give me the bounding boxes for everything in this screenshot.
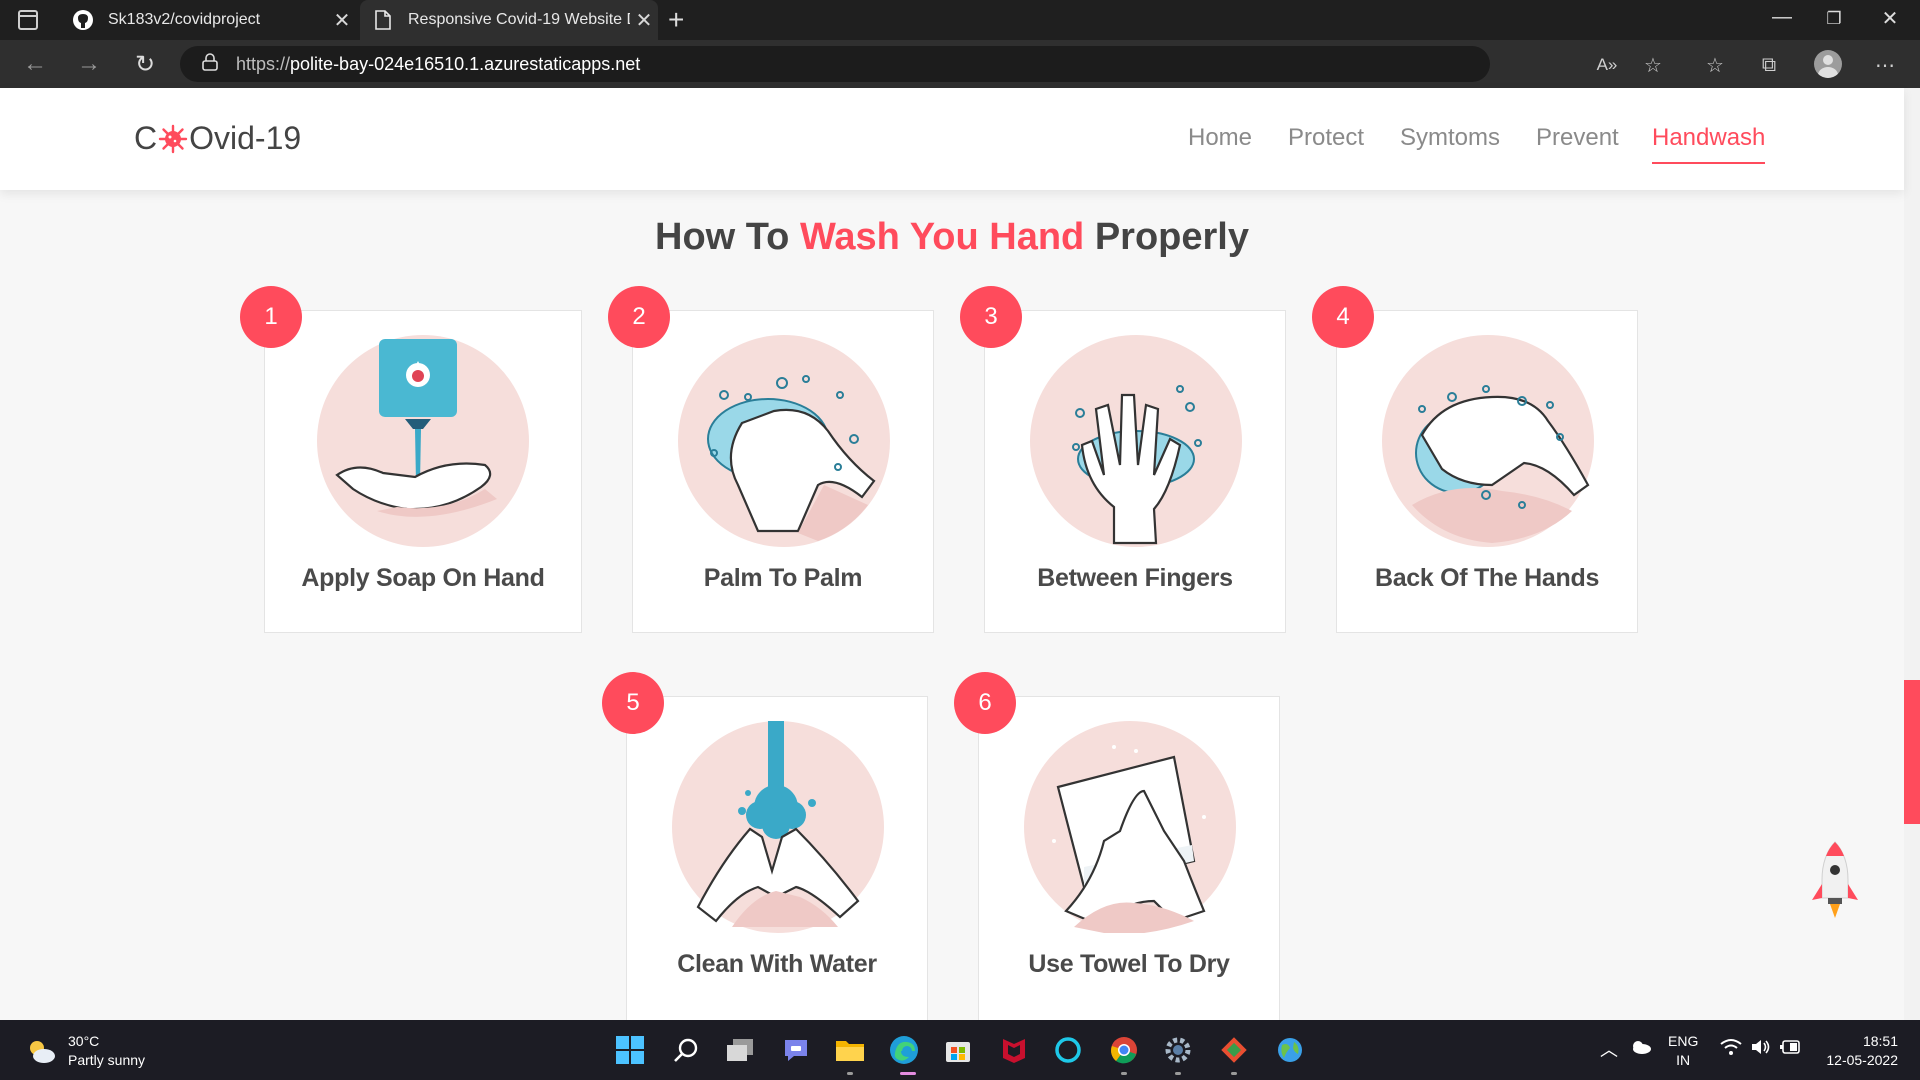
forward-icon[interactable]: → (74, 49, 104, 79)
back-of-hands-icon (1382, 335, 1594, 547)
step-label: Clean With Water (677, 950, 877, 978)
system-clock[interactable]: 18:51 12-05-2022 (1820, 1032, 1898, 1070)
step-label: Back Of The Hands (1374, 564, 1600, 592)
tab-github[interactable]: Sk183v2/covidproject ✕ (60, 0, 356, 40)
site-logo[interactable]: C Ovid-19 (134, 120, 301, 157)
wifi-icon[interactable] (1720, 1038, 1742, 1061)
collections-icon[interactable]: ⧉ (1756, 52, 1782, 78)
step-number-badge-5: 5 (602, 672, 664, 734)
windows-start-icon[interactable] (614, 1034, 646, 1066)
back-to-top-rocket-icon[interactable] (1808, 840, 1862, 920)
globe-app-icon[interactable] (1274, 1034, 1306, 1066)
section-heading: How To Wash You Hand Properly (655, 216, 1249, 258)
running-indicator (1231, 1072, 1237, 1075)
step-number-badge-3: 3 (960, 286, 1022, 348)
step-number-badge-1: 1 (240, 286, 302, 348)
step-number-badge-6: 6 (954, 672, 1016, 734)
cortana-icon[interactable] (1052, 1034, 1084, 1066)
running-indicator (1175, 1072, 1181, 1075)
step-number-badge-2: 2 (608, 286, 670, 348)
url-input[interactable]: https://polite-bay-024e16510.1.azurestat… (180, 46, 1490, 82)
github-icon (72, 9, 94, 31)
minimize-icon[interactable]: — (1762, 6, 1802, 29)
running-indicator (847, 1072, 853, 1075)
microsoft-store-icon[interactable] (942, 1034, 974, 1066)
step-number-badge-4: 4 (1312, 286, 1374, 348)
onedrive-icon[interactable] (1630, 1038, 1652, 1059)
tab-covid-site[interactable]: Responsive Covid-19 Website De ✕ (360, 0, 658, 40)
edge-browser-icon[interactable] (888, 1034, 920, 1066)
step-label: Palm To Palm (703, 564, 863, 592)
logo-text-prefix: C (134, 120, 158, 156)
language-code: ENG (1668, 1033, 1699, 1049)
task-view-icon[interactable] (724, 1034, 756, 1066)
nav-home[interactable]: Home (1188, 124, 1252, 152)
volume-icon[interactable] (1750, 1038, 1772, 1061)
tab-title: Responsive Covid-19 Website De (408, 11, 630, 28)
git-tool-icon[interactable] (1218, 1034, 1250, 1066)
refresh-icon[interactable]: ↻ (130, 49, 160, 79)
step-card-6: Use Towel To Dry (978, 696, 1280, 1026)
teams-chat-icon[interactable] (780, 1034, 812, 1066)
page-scrollbar-track[interactable] (1904, 88, 1920, 1020)
add-favorite-icon[interactable]: ☆ (1640, 52, 1666, 78)
active-indicator (900, 1072, 916, 1075)
step-label: Between Fingers (1037, 564, 1233, 592)
nav-handwash[interactable]: Handwash (1652, 124, 1766, 164)
soap-dispenser-icon (317, 335, 529, 547)
settings-gear-icon[interactable] (1162, 1034, 1194, 1066)
running-indicator (1121, 1072, 1127, 1075)
profile-avatar[interactable] (1814, 50, 1842, 78)
nav-prevent[interactable]: Prevent (1536, 124, 1619, 152)
between-fingers-icon (1030, 335, 1242, 547)
windows-taskbar: 30°C Partly sunny ︿ ENG IN 18:51 12-05-2… (0, 1020, 1920, 1080)
clock-time: 18:51 (1862, 1033, 1898, 1049)
show-hidden-icons-icon[interactable]: ︿ (1600, 1036, 1618, 1062)
restore-icon[interactable]: ❐ (1814, 9, 1854, 29)
chrome-icon[interactable] (1108, 1034, 1140, 1066)
step-card-1: Apply Soap On Hand (264, 310, 582, 633)
step-card-5: Clean With Water (626, 696, 928, 1026)
weather-condition: Partly sunny (68, 1052, 146, 1068)
water-tap-icon (672, 721, 884, 933)
weather-temperature: 30°C (68, 1033, 100, 1049)
battery-icon[interactable] (1780, 1038, 1802, 1061)
page-scrollbar-thumb[interactable] (1904, 680, 1920, 824)
region-code: IN (1676, 1052, 1691, 1068)
weather-widget[interactable]: 30°C Partly sunny (26, 1032, 145, 1070)
mcafee-icon[interactable] (998, 1034, 1030, 1066)
search-icon[interactable] (670, 1034, 702, 1066)
step-card-4: Back Of The Hands (1336, 310, 1638, 633)
tab-title: Sk183v2/covidproject (108, 11, 261, 28)
new-tab-icon[interactable]: + (668, 4, 684, 36)
browser-titlebar: Sk183v2/covidproject ✕ Responsive Covid-… (0, 0, 1920, 40)
page-icon (372, 9, 394, 31)
step-card-3: Between Fingers (984, 310, 1286, 633)
towel-icon (1024, 721, 1236, 933)
close-tab-icon[interactable]: ✕ (328, 8, 356, 33)
nav-protect[interactable]: Protect (1288, 124, 1364, 152)
tab-actions-icon[interactable] (18, 10, 38, 30)
close-window-icon[interactable]: ✕ (1870, 6, 1910, 31)
url-text: https://polite-bay-024e16510.1.azurestat… (236, 53, 641, 74)
more-menu-icon[interactable]: ⋯ (1872, 52, 1898, 78)
back-icon[interactable]: ← (20, 49, 50, 79)
logo-text-suffix: Ovid-19 (189, 120, 302, 156)
file-explorer-icon[interactable] (834, 1034, 866, 1066)
read-aloud-icon[interactable]: A» (1594, 52, 1620, 78)
step-label: Apply Soap On Hand (301, 564, 545, 592)
clock-date: 12-05-2022 (1826, 1052, 1898, 1068)
partly-sunny-icon (30, 1041, 55, 1063)
close-tab-icon[interactable]: ✕ (630, 8, 658, 33)
favorites-icon[interactable]: ☆ (1702, 52, 1728, 78)
nav-symtoms[interactable]: Symtoms (1400, 124, 1500, 152)
site-header: C Ovid-19 Home Protect Symtoms Prevent H… (0, 88, 1904, 190)
virus-icon (158, 124, 188, 153)
input-language-indicator[interactable]: ENG IN (1668, 1032, 1698, 1070)
address-bar: ← → ↻ https://polite-bay-024e16510.1.azu… (0, 40, 1920, 88)
lock-icon (202, 52, 218, 76)
palm-to-palm-icon (678, 335, 890, 547)
step-card-2: Palm To Palm (632, 310, 934, 633)
step-label: Use Towel To Dry (1028, 950, 1230, 978)
